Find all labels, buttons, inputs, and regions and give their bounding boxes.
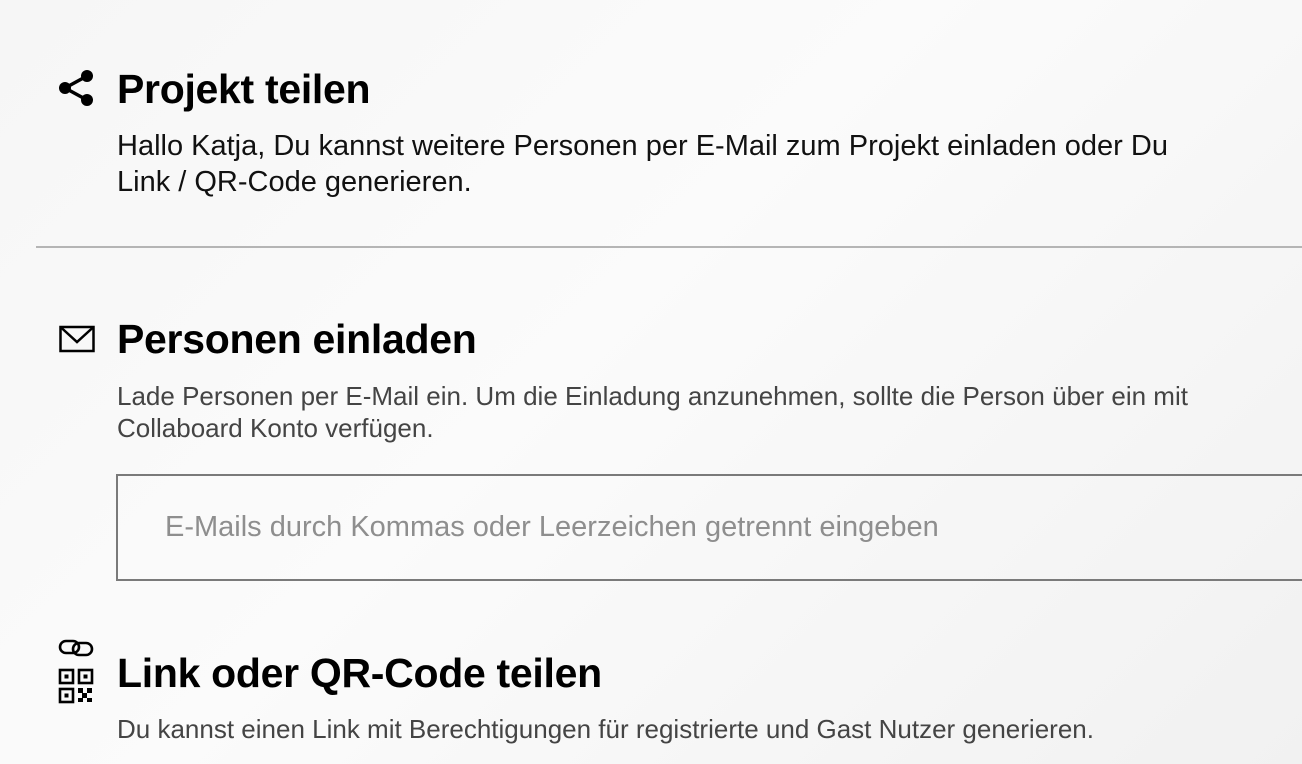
link-section-title: Link oder QR-Code teilen xyxy=(117,650,602,696)
mail-icon xyxy=(59,325,95,353)
link-section-description: Du kannst einen Link mit Berechtigungen … xyxy=(117,714,1094,744)
email-input[interactable] xyxy=(116,474,1302,581)
invite-section-title: Personen einladen xyxy=(117,316,477,362)
share-section-title: Projekt teilen xyxy=(117,66,371,112)
link-icon xyxy=(58,639,94,657)
invite-section-description: Lade Personen per E-Mail ein. Um die Ein… xyxy=(117,381,1188,443)
share-section-description: Hallo Katja, Du kannst weitere Personen … xyxy=(117,130,1168,198)
share-icon xyxy=(59,70,93,106)
qr-code-icon xyxy=(58,668,94,704)
section-divider xyxy=(36,246,1302,248)
